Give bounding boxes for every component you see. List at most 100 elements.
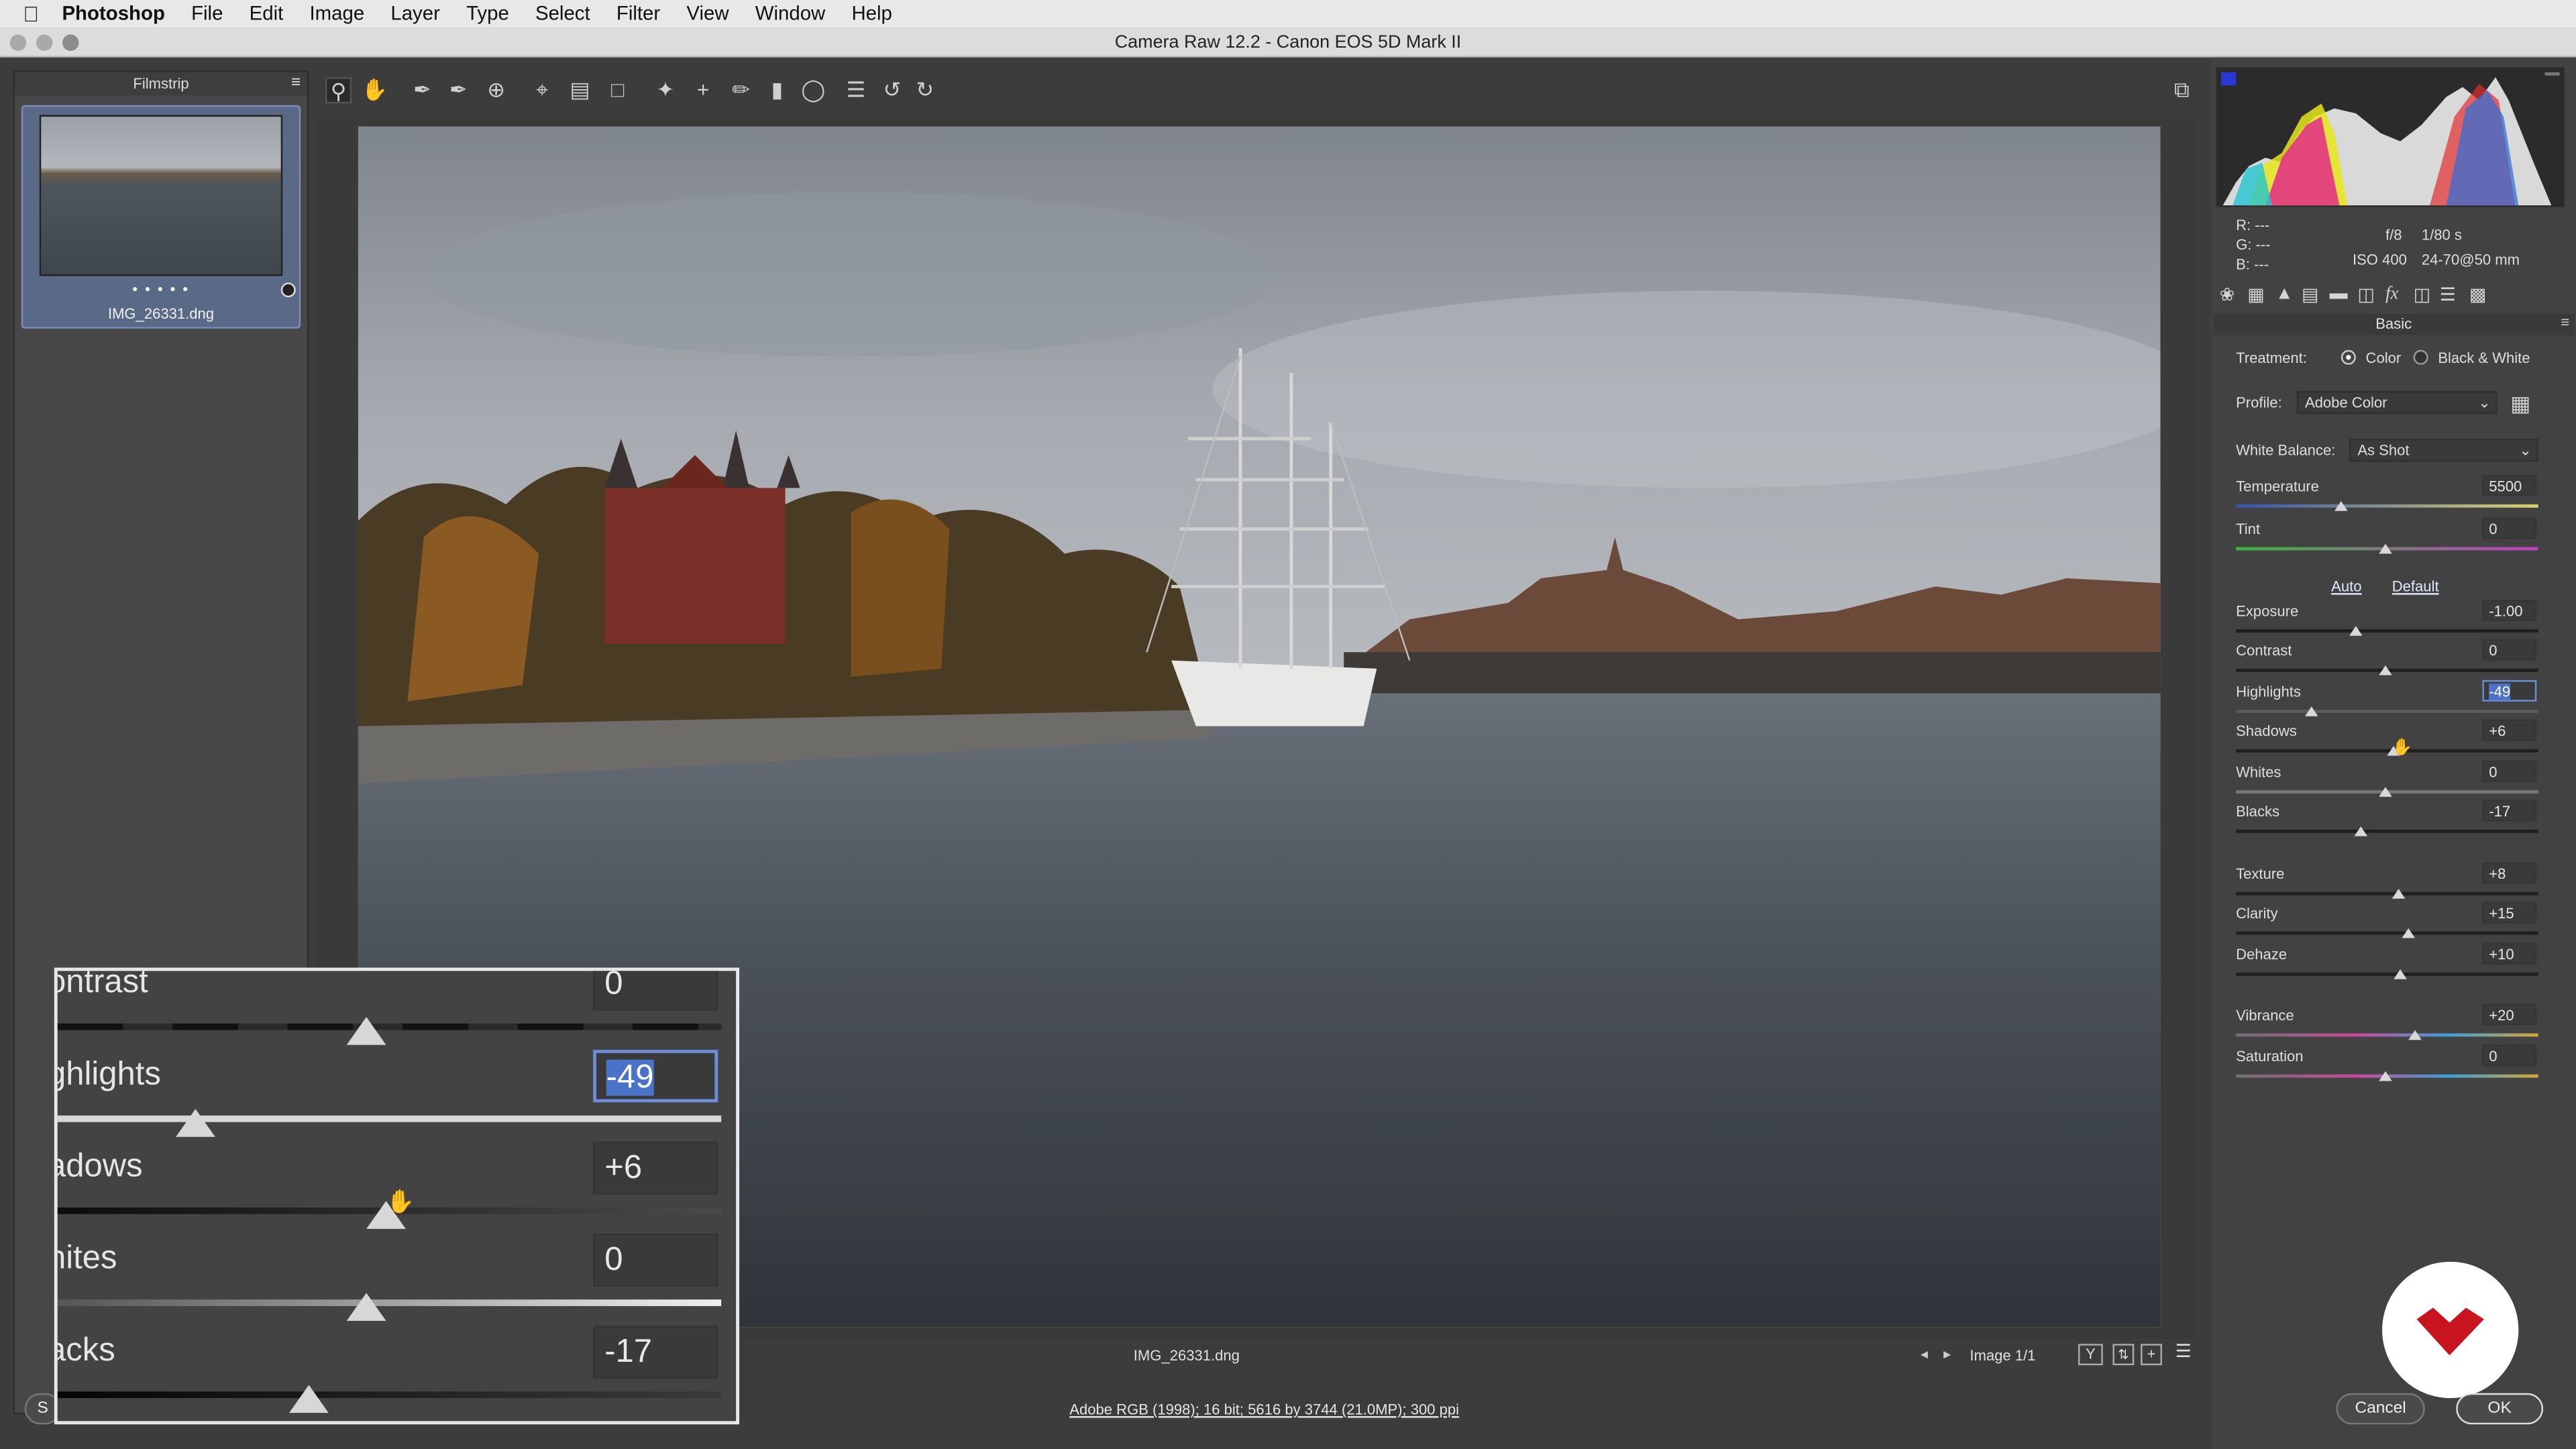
- tab-snapshots-icon[interactable]: ▩: [2469, 284, 2486, 305]
- contrast-slider-thumb[interactable]: [2379, 665, 2392, 676]
- highlights-slider[interactable]: [2236, 709, 2538, 713]
- tint-value[interactable]: 0: [2482, 517, 2537, 539]
- tab-lens-corrections-icon[interactable]: ◫: [2357, 284, 2374, 305]
- minimize-window-icon[interactable]: [36, 34, 53, 51]
- menu-image[interactable]: Image: [297, 0, 378, 28]
- menu-file[interactable]: File: [178, 0, 236, 28]
- filmstrip-thumbnail[interactable]: • • • • • IMG_26331.dng: [21, 105, 301, 329]
- swap-settings-icon[interactable]: ⇅: [2112, 1344, 2135, 1366]
- highlights-value[interactable]: -49: [2482, 680, 2537, 702]
- vibrance-slider-thumb[interactable]: [2408, 1030, 2422, 1040]
- spot-removal-icon[interactable]: ✦: [652, 77, 678, 103]
- white-balance-icon[interactable]: ✒: [409, 77, 435, 103]
- whites-value[interactable]: 0: [2482, 760, 2537, 782]
- white-balance-dropdown[interactable]: As Shot ⌄: [2349, 438, 2538, 462]
- treatment-color-radio[interactable]: [2341, 350, 2356, 365]
- menu-select[interactable]: Select: [522, 0, 603, 28]
- highlights-slider-thumb[interactable]: [2304, 706, 2318, 716]
- menu-app-name[interactable]: Photoshop: [49, 0, 178, 28]
- tab-basic-icon[interactable]: ❀: [2220, 284, 2235, 305]
- treatment-bw-radio[interactable]: [2413, 350, 2428, 365]
- zoom-window-icon[interactable]: [62, 34, 79, 51]
- saturation-value[interactable]: 0: [2482, 1044, 2537, 1067]
- treatment-color-label[interactable]: Color: [2366, 350, 2402, 366]
- clarity-slider[interactable]: [2236, 931, 2538, 935]
- tint-slider-thumb[interactable]: [2379, 543, 2392, 554]
- panel-menu-icon[interactable]: ≡: [2561, 314, 2569, 330]
- radial-filter-icon[interactable]: ◯: [800, 77, 826, 103]
- exposure-value[interactable]: -1.00: [2482, 599, 2537, 621]
- profile-browser-icon[interactable]: ▦: [2510, 391, 2530, 417]
- tab-calibration-icon[interactable]: ◫: [2414, 284, 2430, 305]
- menu-layer[interactable]: Layer: [378, 0, 453, 28]
- blacks-slider-thumb[interactable]: [2354, 826, 2368, 837]
- default-button[interactable]: Default: [2392, 578, 2439, 594]
- dehaze-slider[interactable]: [2236, 972, 2538, 976]
- clarity-value[interactable]: +15: [2482, 902, 2537, 924]
- menu-filter[interactable]: Filter: [603, 0, 674, 28]
- hand-icon[interactable]: ✋: [362, 77, 388, 103]
- tab-detail-icon[interactable]: ▲: [2275, 284, 2294, 304]
- graduated-filter-icon[interactable]: ▮: [764, 77, 790, 103]
- zoom-icon[interactable]: ⚲: [325, 77, 352, 104]
- treatment-bw-label[interactable]: Black & White: [2438, 350, 2530, 366]
- color-sampler-icon[interactable]: ✒: [445, 77, 472, 103]
- tab-presets-icon[interactable]: ☰: [2440, 284, 2456, 305]
- contrast-value[interactable]: 0: [2482, 639, 2537, 661]
- dehaze-slider-thumb[interactable]: [2394, 969, 2407, 979]
- cancel-button[interactable]: Cancel: [2336, 1393, 2425, 1425]
- presets-list-icon[interactable]: ☰: [843, 77, 869, 103]
- preview-preferences-icon[interactable]: ☰: [2172, 1343, 2195, 1365]
- filmstrip-menu-icon[interactable]: ≡: [291, 72, 301, 95]
- red-eye-icon[interactable]: +: [690, 77, 716, 103]
- chevron-down-icon: ⌄: [2478, 394, 2491, 411]
- fullscreen-toggle-icon[interactable]: ⧉: [2169, 77, 2195, 103]
- texture-slider-thumb[interactable]: [2392, 888, 2406, 899]
- workflow-options-link[interactable]: Adobe RGB (1998); 16 bit; 5616 by 3744 (…: [1069, 1401, 1459, 1417]
- before-after-view-icon[interactable]: Y: [2078, 1344, 2103, 1366]
- vibrance-value[interactable]: +20: [2482, 1004, 2537, 1026]
- texture-value[interactable]: +8: [2482, 862, 2537, 884]
- temperature-slider-thumb[interactable]: [2334, 500, 2348, 511]
- blacks-slider[interactable]: [2236, 829, 2538, 833]
- menu-help[interactable]: Help: [839, 0, 906, 28]
- rotate-ccw-icon[interactable]: ↺: [879, 77, 905, 103]
- menu-type[interactable]: Type: [453, 0, 523, 28]
- temperature-slider[interactable]: [2236, 504, 2538, 508]
- menu-edit[interactable]: Edit: [236, 0, 297, 28]
- whites-slider-thumb[interactable]: [2379, 787, 2392, 797]
- blacks-value[interactable]: -17: [2482, 800, 2537, 822]
- auto-button[interactable]: Auto: [2331, 578, 2361, 594]
- texture-slider[interactable]: [2236, 892, 2538, 896]
- exposure-slider[interactable]: [2236, 629, 2538, 633]
- crop-icon[interactable]: ⌖: [529, 77, 555, 103]
- exposure-slider-thumb[interactable]: [2349, 626, 2363, 636]
- rotate-cw-icon[interactable]: ↻: [912, 77, 938, 103]
- apple-icon[interactable]: : [0, 0, 49, 28]
- profile-dropdown[interactable]: Adobe Color ⌄: [2296, 390, 2498, 415]
- shadows-value[interactable]: +6: [2482, 719, 2537, 741]
- menu-view[interactable]: View: [674, 0, 742, 28]
- shadow-clipping-warning-icon[interactable]: [2221, 72, 2237, 86]
- temperature-value[interactable]: 5500: [2482, 474, 2537, 496]
- previous-image-icon[interactable]: ◂: [1921, 1346, 1928, 1364]
- thumbnail-rating[interactable]: • • • • •: [23, 281, 299, 297]
- tab-hsl-icon[interactable]: ▤: [2302, 284, 2318, 305]
- straighten-icon[interactable]: ▤: [567, 77, 593, 103]
- transform-icon[interactable]: □: [604, 77, 631, 103]
- saturation-slider-thumb[interactable]: [2379, 1071, 2392, 1081]
- tab-tone-curve-icon[interactable]: ▦: [2247, 284, 2264, 305]
- tab-effects-icon[interactable]: fx: [2385, 284, 2398, 304]
- clarity-slider-thumb[interactable]: [2402, 928, 2416, 938]
- next-image-icon[interactable]: ▸: [1943, 1346, 1951, 1364]
- copy-settings-icon[interactable]: +: [2141, 1344, 2162, 1366]
- close-window-icon[interactable]: [9, 34, 27, 51]
- tab-split-toning-icon[interactable]: ▬: [2330, 284, 2348, 304]
- adjustment-brush-icon[interactable]: ✏: [728, 77, 754, 103]
- ok-button[interactable]: OK: [2456, 1393, 2544, 1425]
- targeted-adjustment-icon[interactable]: ⊕: [483, 77, 509, 103]
- highlight-clipping-warning-icon[interactable]: [2544, 72, 2560, 86]
- menu-window[interactable]: Window: [742, 0, 839, 28]
- dehaze-value[interactable]: +10: [2482, 943, 2537, 965]
- vibrance-slider[interactable]: [2236, 1033, 2538, 1037]
